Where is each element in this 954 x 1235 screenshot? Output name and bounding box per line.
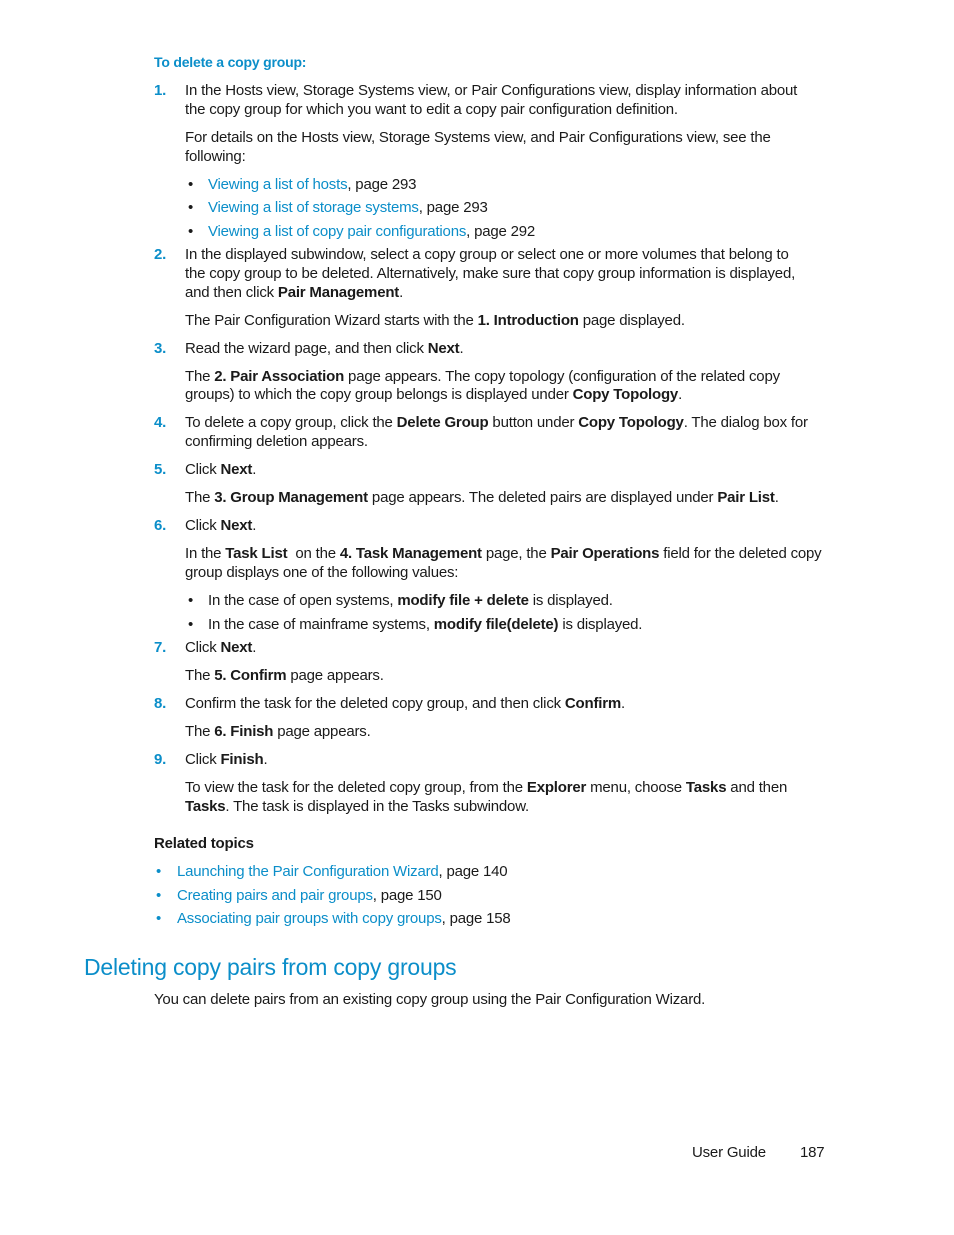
section-heading: Deleting copy pairs from copy groups (84, 954, 457, 980)
page-ref: , page 140 (438, 863, 508, 880)
page-ref: , page 150 (372, 887, 442, 904)
ui-term: modify file + delete (397, 592, 529, 609)
ui-term: Next (220, 639, 253, 656)
related-topics-title: Related topics (154, 835, 254, 852)
step-text: Click Next. (185, 639, 257, 656)
ui-term: Copy Topology (572, 386, 679, 403)
step-number: 3. (154, 340, 167, 357)
ui-term: Delete Group (396, 414, 489, 431)
step-text: In the Hosts view, Storage Systems view,… (185, 82, 798, 99)
bullet-icon: • (156, 887, 162, 904)
reference-item: Viewing a list of copy pair configuratio… (208, 223, 535, 240)
ui-term: Pair Operations (550, 545, 660, 562)
ui-term: Tasks (685, 779, 727, 796)
ui-term: 5. Confirm (214, 667, 287, 684)
step-text: Read the wizard page, and then click Nex… (185, 340, 464, 357)
page-ref: , page 158 (441, 910, 511, 927)
reference-item: Viewing a list of storage systems, page … (208, 199, 488, 216)
ui-term: 6. Finish (214, 723, 274, 740)
related-topic-link[interactable]: Creating pairs and pair groups (177, 887, 373, 904)
ui-term: Confirm (564, 695, 621, 712)
value-item: In the case of mainframe systems, modify… (208, 616, 643, 633)
bullet-icon: • (188, 176, 194, 193)
procedure-title: To delete a copy group: (154, 54, 307, 70)
reference-link[interactable]: Viewing a list of storage systems (208, 199, 419, 216)
related-topic-item: Launching the Pair Configuration Wizard,… (177, 863, 508, 880)
step-text: Click Finish. (185, 751, 268, 768)
ui-term: Explorer (526, 779, 587, 796)
related-topic-item: Associating pair groups with copy groups… (177, 910, 511, 927)
step-note: The 2. Pair Association page appears. Th… (185, 368, 780, 385)
ui-term: 1. Introduction (477, 312, 579, 329)
step-note: To view the task for the deleted copy gr… (185, 779, 788, 796)
step-text: and then click Pair Management. (185, 284, 404, 301)
step-text: Click Next. (185, 517, 257, 534)
reference-link[interactable]: Viewing a list of hosts (208, 176, 348, 193)
page-ref: , page 292 (466, 223, 536, 240)
step-number: 4. (154, 414, 167, 431)
step-text: confirming deletion appears. (185, 433, 368, 450)
ui-term: 4. Task Management (339, 545, 482, 562)
step-note: groups) to which the copy group belongs … (185, 386, 683, 403)
ui-term: Next (220, 517, 253, 534)
reference-item: Viewing a list of hosts, page 293 (208, 176, 416, 193)
ui-term: Copy Topology (578, 414, 684, 431)
step-note: following: (185, 148, 246, 165)
step-note: The 3. Group Management page appears. Th… (185, 489, 779, 506)
step-text: the copy group to be deleted. Alternativ… (185, 265, 796, 282)
step-note: The 6. Finish page appears. (185, 723, 371, 740)
ui-term: 3. Group Management (214, 489, 368, 506)
ui-term: Finish (220, 751, 264, 768)
step-text: To delete a copy group, click the Delete… (185, 414, 808, 431)
value-item: In the case of open systems, modify file… (208, 592, 613, 609)
page-ref: , page 293 (347, 176, 417, 193)
footer-label: User Guide (692, 1144, 766, 1161)
step-text: Confirm the task for the deleted copy gr… (185, 695, 625, 712)
ui-term: 2. Pair Association (214, 368, 345, 385)
bullet-icon: • (188, 199, 194, 216)
ui-term: Tasks (185, 798, 226, 815)
bullet-icon: • (156, 863, 162, 880)
step-text: the copy group for which you want to edi… (185, 101, 678, 118)
step-note: In the Task List on the 4. Task Manageme… (185, 545, 822, 562)
bullet-icon: • (188, 592, 194, 609)
step-number: 8. (154, 695, 167, 712)
step-note: The Pair Configuration Wizard starts wit… (185, 312, 685, 329)
ui-term: modify file(delete) (433, 616, 559, 633)
bullet-icon: • (188, 223, 194, 240)
step-note: The 5. Confirm page appears. (185, 667, 384, 684)
step-number: 7. (154, 639, 167, 656)
bullet-icon: • (188, 616, 194, 633)
step-text: Click Next. (185, 461, 257, 478)
related-topic-link[interactable]: Launching the Pair Configuration Wizard (177, 863, 439, 880)
step-number: 2. (154, 246, 167, 263)
step-number: 6. (154, 517, 167, 534)
ui-term: Next (427, 340, 460, 357)
ui-term: Next (220, 461, 253, 478)
step-number: 5. (154, 461, 167, 478)
related-topic-link[interactable]: Associating pair groups with copy groups (177, 910, 442, 927)
page-ref: , page 293 (418, 199, 488, 216)
step-note: Tasks. The task is displayed in the Task… (185, 798, 529, 815)
step-note: For details on the Hosts view, Storage S… (185, 129, 771, 146)
ui-term: Task List (225, 545, 288, 562)
bullet-icon: • (156, 910, 162, 927)
section-body: You can delete pairs from an existing co… (154, 991, 706, 1008)
related-topic-item: Creating pairs and pair groups, page 150 (177, 887, 442, 904)
step-text: In the displayed subwindow, select a cop… (185, 246, 789, 263)
step-note: group displays one of the following valu… (185, 564, 459, 581)
step-number: 9. (154, 751, 167, 768)
reference-link[interactable]: Viewing a list of copy pair configuratio… (208, 223, 466, 240)
ui-term: Pair Management (277, 284, 400, 301)
page-number: 187 (800, 1144, 825, 1161)
step-number: 1. (154, 82, 167, 99)
ui-term: Pair List (717, 489, 775, 506)
